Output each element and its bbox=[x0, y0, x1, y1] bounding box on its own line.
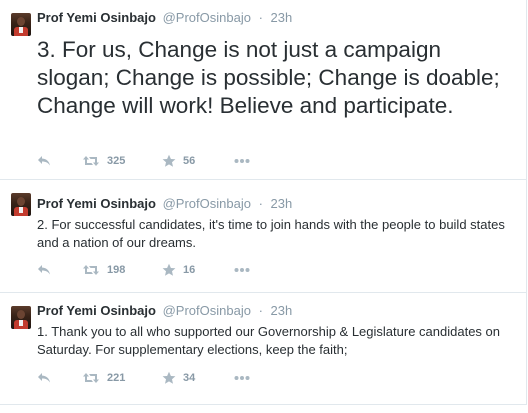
tweet-header: Prof Yemi Osinbajo @ProfOsinbajo · 23h bbox=[37, 10, 292, 26]
tweet-timestamp[interactable]: 23h bbox=[271, 10, 293, 25]
author-handle[interactable]: @ProfOsinbajo bbox=[163, 10, 251, 25]
retweet-button[interactable]: 221 bbox=[82, 370, 125, 386]
avatar[interactable] bbox=[11, 306, 31, 329]
more-button[interactable] bbox=[234, 370, 250, 386]
tweet[interactable]: Prof Yemi Osinbajo @ProfOsinbajo · 23h 3… bbox=[0, 0, 527, 180]
reply-icon bbox=[38, 373, 50, 383]
favorite-count: 16 bbox=[183, 264, 196, 276]
star-icon bbox=[162, 263, 176, 276]
retweet-icon bbox=[83, 265, 99, 275]
tweet-text: 2. For successful candidates, it's time … bbox=[37, 217, 505, 250]
more-button[interactable] bbox=[234, 262, 250, 278]
retweet-icon bbox=[83, 156, 99, 166]
reply-button[interactable] bbox=[37, 370, 51, 386]
author-fullname[interactable]: Prof Yemi Osinbajo bbox=[37, 10, 156, 25]
more-icon bbox=[234, 268, 250, 272]
more-icon bbox=[234, 159, 250, 163]
tweet-header: Prof Yemi Osinbajo @ProfOsinbajo · 23h bbox=[37, 196, 292, 212]
tweet[interactable]: Prof Yemi Osinbajo @ProfOsinbajo · 23h 1… bbox=[0, 293, 527, 405]
avatar[interactable] bbox=[11, 13, 31, 36]
author-fullname[interactable]: Prof Yemi Osinbajo bbox=[37, 196, 156, 211]
retweet-button[interactable]: 325 bbox=[82, 153, 125, 169]
reply-icon bbox=[38, 265, 50, 275]
tweet-timestamp[interactable]: 23h bbox=[271, 196, 293, 211]
retweet-count: 325 bbox=[107, 155, 126, 167]
author-handle[interactable]: @ProfOsinbajo bbox=[163, 303, 251, 318]
more-icon bbox=[234, 376, 250, 380]
reply-button[interactable] bbox=[37, 262, 51, 278]
separator-dot: · bbox=[258, 303, 263, 318]
author-handle[interactable]: @ProfOsinbajo bbox=[163, 196, 251, 211]
tweet-timestamp[interactable]: 23h bbox=[271, 303, 293, 318]
tweet-text: 3. For us, Change is not just a campaign… bbox=[37, 37, 500, 118]
avatar[interactable] bbox=[11, 193, 31, 216]
star-icon bbox=[162, 371, 176, 384]
favorite-button[interactable]: 34 bbox=[162, 370, 195, 386]
retweet-button[interactable]: 198 bbox=[82, 262, 125, 278]
retweet-count: 221 bbox=[107, 372, 126, 384]
favorite-count: 34 bbox=[183, 372, 196, 384]
tweet-header: Prof Yemi Osinbajo @ProfOsinbajo · 23h bbox=[37, 303, 292, 319]
favorite-button[interactable]: 16 bbox=[162, 262, 195, 278]
retweet-icon bbox=[83, 373, 99, 383]
tweet-text: 1. Thank you to all who supported our Go… bbox=[37, 324, 500, 357]
star-icon bbox=[162, 154, 176, 167]
retweet-count: 198 bbox=[107, 264, 126, 276]
reply-icon bbox=[38, 156, 50, 166]
separator-dot: · bbox=[258, 196, 263, 211]
tweet[interactable]: Prof Yemi Osinbajo @ProfOsinbajo · 23h 2… bbox=[0, 180, 527, 293]
reply-button[interactable] bbox=[37, 153, 51, 169]
favorite-count: 56 bbox=[183, 155, 196, 167]
author-fullname[interactable]: Prof Yemi Osinbajo bbox=[37, 303, 156, 318]
separator-dot: · bbox=[258, 10, 263, 25]
more-button[interactable] bbox=[234, 153, 250, 169]
favorite-button[interactable]: 56 bbox=[162, 153, 195, 169]
